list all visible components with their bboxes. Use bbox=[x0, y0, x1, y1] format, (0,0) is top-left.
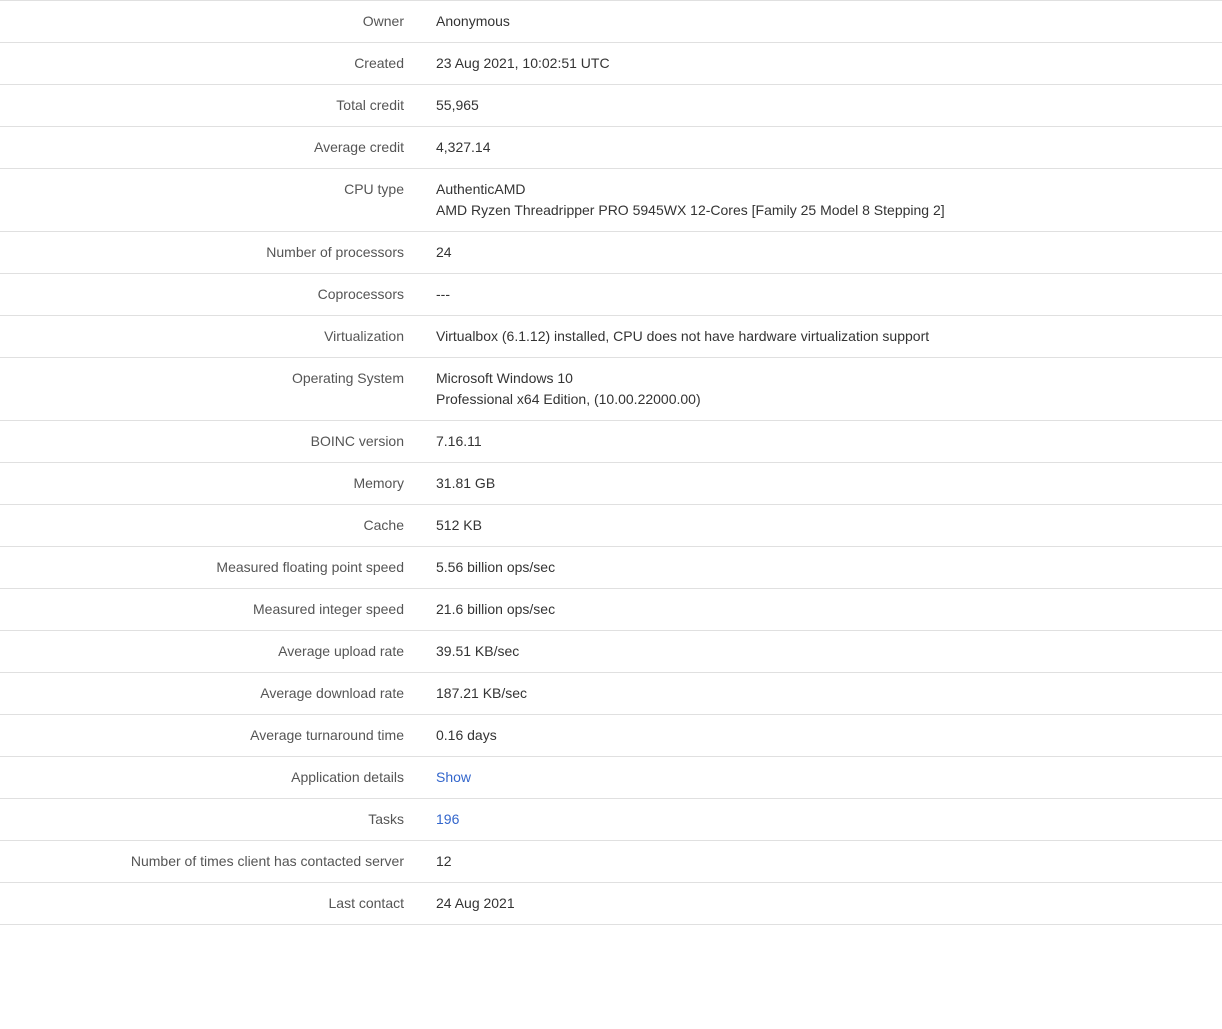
row-label: Total credit bbox=[0, 85, 420, 127]
table-row: Average upload rate39.51 KB/sec bbox=[0, 631, 1222, 673]
table-row: Measured floating point speed5.56 billio… bbox=[0, 547, 1222, 589]
row-value: Virtualbox (6.1.12) installed, CPU does … bbox=[420, 316, 1222, 358]
row-value: 12 bbox=[420, 841, 1222, 883]
row-label: Coprocessors bbox=[0, 274, 420, 316]
row-label: Memory bbox=[0, 463, 420, 505]
row-value: 55,965 bbox=[420, 85, 1222, 127]
table-row: Total credit55,965 bbox=[0, 85, 1222, 127]
row-label: Measured integer speed bbox=[0, 589, 420, 631]
table-row: Tasks 196 bbox=[0, 799, 1222, 841]
row-value: --- bbox=[420, 274, 1222, 316]
row-label: Cache bbox=[0, 505, 420, 547]
row-label: Number of times client has contacted ser… bbox=[0, 841, 420, 883]
table-row: Last contact24 Aug 2021 bbox=[0, 883, 1222, 925]
row-value-line1: AuthenticAMD bbox=[436, 179, 1206, 200]
row-value: 24 bbox=[420, 232, 1222, 274]
row-label: Tasks bbox=[0, 799, 420, 841]
row-label: Number of processors bbox=[0, 232, 420, 274]
row-value-line1: Microsoft Windows 10 bbox=[436, 368, 1206, 389]
row-label: Average upload rate bbox=[0, 631, 420, 673]
table-row: BOINC version7.16.11 bbox=[0, 421, 1222, 463]
row-label: Average download rate bbox=[0, 673, 420, 715]
row-value: Anonymous bbox=[420, 1, 1222, 43]
table-row: Coprocessors--- bbox=[0, 274, 1222, 316]
row-value-line2: Professional x64 Edition, (10.00.22000.0… bbox=[436, 389, 1206, 410]
table-row: CPU typeAuthenticAMDAMD Ryzen Threadripp… bbox=[0, 169, 1222, 232]
table-row: OwnerAnonymous bbox=[0, 1, 1222, 43]
row-value: 31.81 GB bbox=[420, 463, 1222, 505]
row-label: Created bbox=[0, 43, 420, 85]
row-value: 5.56 billion ops/sec bbox=[420, 547, 1222, 589]
row-label: Application details bbox=[0, 757, 420, 799]
row-value: 24 Aug 2021 bbox=[420, 883, 1222, 925]
row-label: Average turnaround time bbox=[0, 715, 420, 757]
table-row: Average download rate187.21 KB/sec bbox=[0, 673, 1222, 715]
info-table: OwnerAnonymousCreated23 Aug 2021, 10:02:… bbox=[0, 0, 1222, 925]
row-label: Virtualization bbox=[0, 316, 420, 358]
table-row: Memory31.81 GB bbox=[0, 463, 1222, 505]
row-value: 512 KB bbox=[420, 505, 1222, 547]
row-value: 7.16.11 bbox=[420, 421, 1222, 463]
row-label: Measured floating point speed bbox=[0, 547, 420, 589]
row-value: 21.6 billion ops/sec bbox=[420, 589, 1222, 631]
row-value: 196 bbox=[420, 799, 1222, 841]
table-row: Created23 Aug 2021, 10:02:51 UTC bbox=[0, 43, 1222, 85]
row-value-line2: AMD Ryzen Threadripper PRO 5945WX 12-Cor… bbox=[436, 200, 1206, 221]
table-row: Number of processors24 bbox=[0, 232, 1222, 274]
tasks-link[interactable]: 196 bbox=[436, 811, 459, 827]
row-label: Owner bbox=[0, 1, 420, 43]
table-row: VirtualizationVirtualbox (6.1.12) instal… bbox=[0, 316, 1222, 358]
row-value: 0.16 days bbox=[420, 715, 1222, 757]
row-value: 39.51 KB/sec bbox=[420, 631, 1222, 673]
row-value: 187.21 KB/sec bbox=[420, 673, 1222, 715]
row-label: CPU type bbox=[0, 169, 420, 232]
row-value: 23 Aug 2021, 10:02:51 UTC bbox=[420, 43, 1222, 85]
row-label: Last contact bbox=[0, 883, 420, 925]
row-label: BOINC version bbox=[0, 421, 420, 463]
table-row: Application details Show bbox=[0, 757, 1222, 799]
table-row: Average turnaround time0.16 days bbox=[0, 715, 1222, 757]
row-value: AuthenticAMDAMD Ryzen Threadripper PRO 5… bbox=[420, 169, 1222, 232]
table-row: Cache512 KB bbox=[0, 505, 1222, 547]
row-value: 4,327.14 bbox=[420, 127, 1222, 169]
table-row: Operating SystemMicrosoft Windows 10Prof… bbox=[0, 358, 1222, 421]
row-label: Average credit bbox=[0, 127, 420, 169]
row-value: Microsoft Windows 10Professional x64 Edi… bbox=[420, 358, 1222, 421]
row-label: Operating System bbox=[0, 358, 420, 421]
table-row: Number of times client has contacted ser… bbox=[0, 841, 1222, 883]
row-value: Show bbox=[420, 757, 1222, 799]
table-row: Measured integer speed21.6 billion ops/s… bbox=[0, 589, 1222, 631]
application details-link[interactable]: Show bbox=[436, 769, 471, 785]
table-row: Average credit4,327.14 bbox=[0, 127, 1222, 169]
